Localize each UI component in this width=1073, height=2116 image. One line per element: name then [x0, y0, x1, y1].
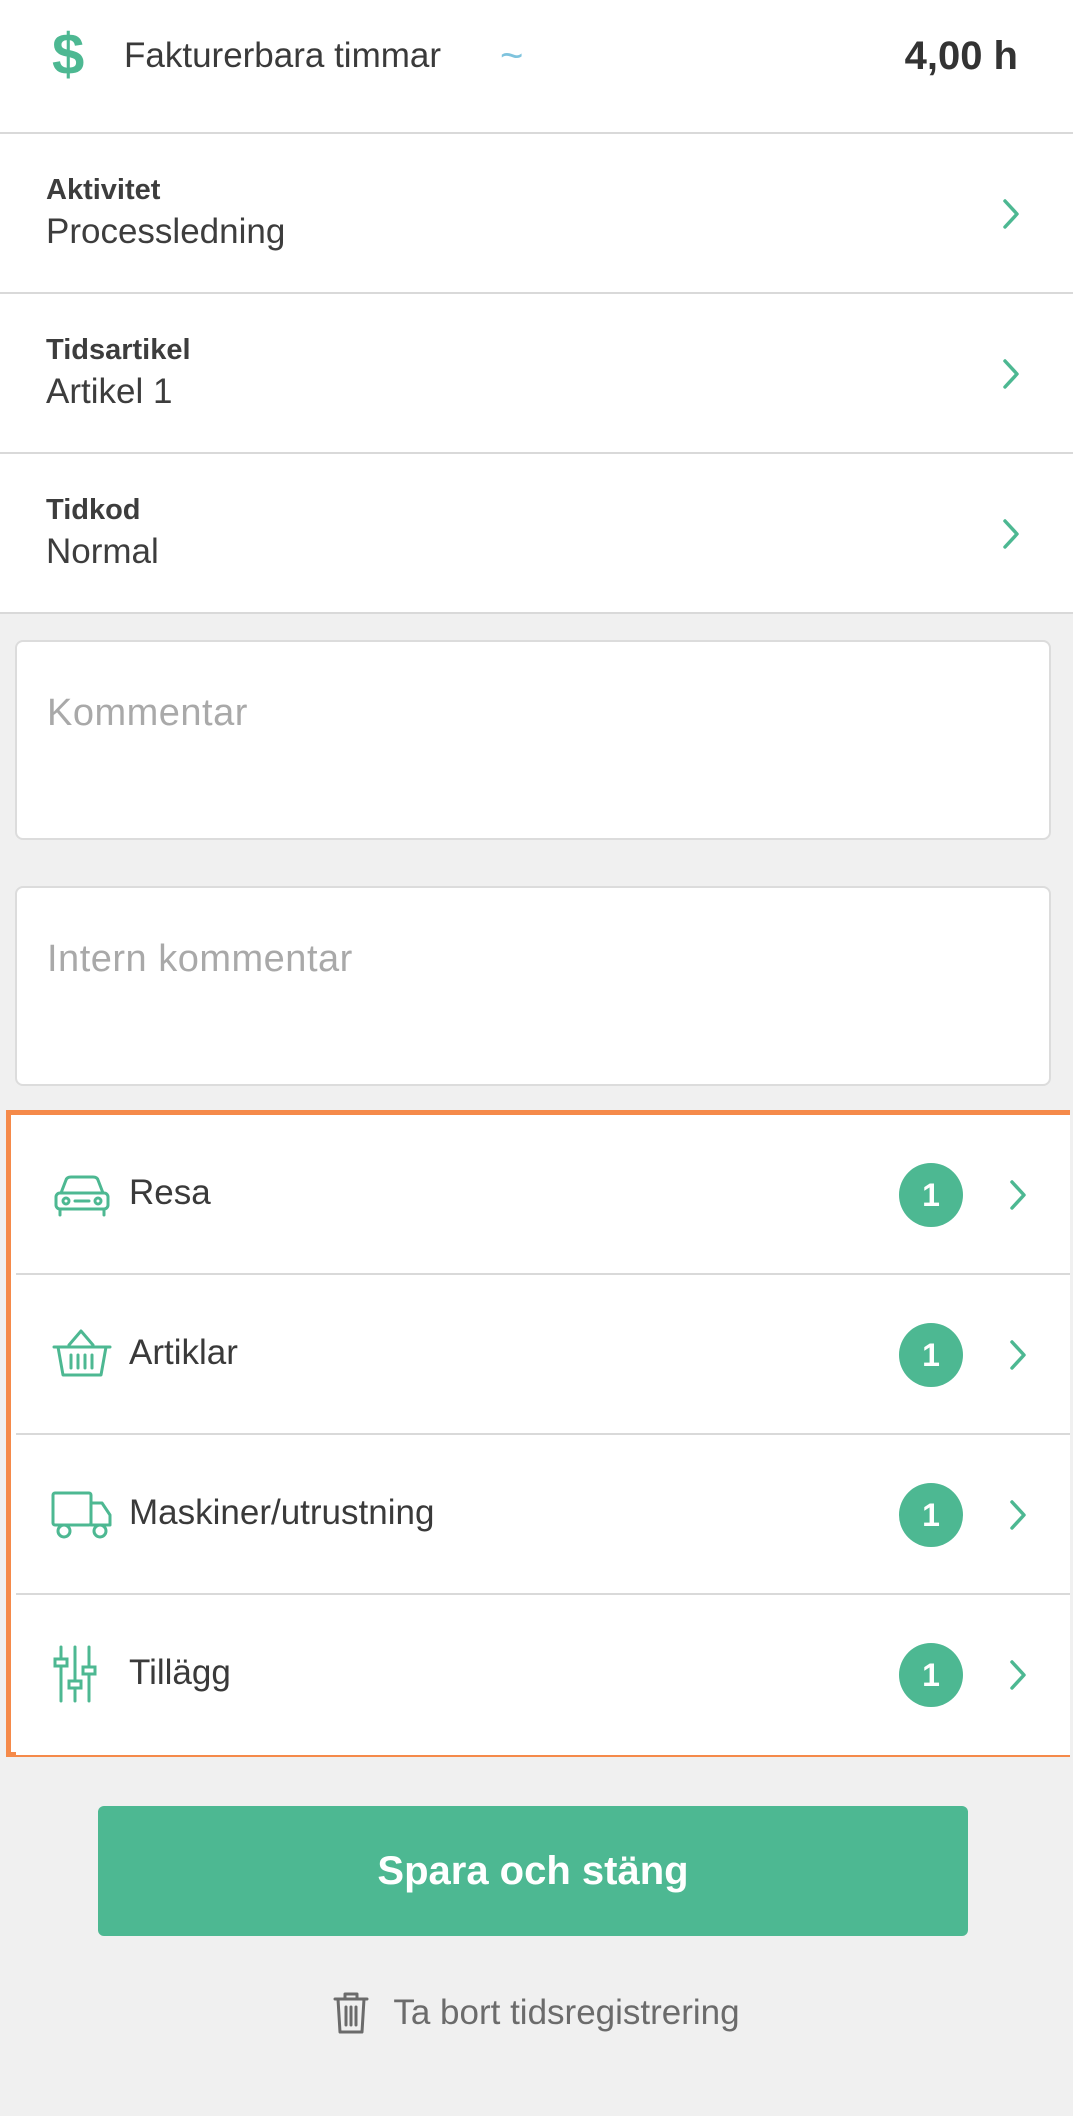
time-article-value: Artikel 1: [46, 372, 173, 411]
time-article-row[interactable]: Tidsartikel Artikel 1: [0, 294, 1073, 454]
count-badge: 1: [899, 1163, 963, 1227]
extras-item-label: Resa: [129, 1173, 211, 1212]
extras-item-additions[interactable]: Tillägg 1: [16, 1595, 1070, 1755]
time-code-row[interactable]: Tidkod Normal: [0, 454, 1073, 614]
delete-time-entry-row: Ta bort tidsregistrering: [0, 1985, 1073, 2045]
billable-hours-row[interactable]: $ Fakturerbara timmar ~ 4,00 h: [0, 0, 1073, 134]
chevron-right-icon: [1003, 359, 1019, 389]
activity-row[interactable]: Aktivitet Processledning: [0, 134, 1073, 294]
activity-label: Aktivitet: [46, 174, 161, 206]
chevron-right-icon: [1010, 1660, 1026, 1690]
wave-icon: ~: [500, 34, 524, 78]
dollar-icon: $: [52, 22, 85, 87]
count-badge: 1: [899, 1483, 963, 1547]
extras-item-label: Tillägg: [129, 1653, 231, 1692]
save-and-close-button[interactable]: Spara och stäng: [98, 1806, 968, 1936]
count-badge: 1: [899, 1323, 963, 1387]
extras-section: Resa 1 Artiklar 1 Maskiner/utrustning 1 …: [6, 1110, 1070, 1757]
delete-time-entry-label: Ta bort tidsregistrering: [393, 1993, 740, 2032]
billable-hours-value: 4,00 h: [904, 34, 1018, 78]
chevron-right-icon: [1003, 199, 1019, 229]
trash-icon: [333, 1992, 369, 2034]
truck-icon: [51, 1491, 112, 1539]
time-code-value: Normal: [46, 532, 159, 571]
sliders-icon: [53, 1645, 97, 1703]
chevron-right-icon: [1003, 519, 1019, 549]
extras-item-label: Artiklar: [129, 1333, 238, 1372]
comment-input[interactable]: Kommentar: [15, 640, 1051, 840]
chevron-right-icon: [1010, 1340, 1026, 1370]
extras-item-travel[interactable]: Resa 1: [16, 1115, 1070, 1275]
car-icon: [54, 1175, 110, 1217]
count-badge: 1: [899, 1643, 963, 1707]
extras-item-articles[interactable]: Artiklar 1: [16, 1275, 1070, 1435]
time-code-label: Tidkod: [46, 494, 141, 526]
extras-item-label: Maskiner/utrustning: [129, 1493, 435, 1532]
delete-time-entry-link[interactable]: Ta bort tidsregistrering: [333, 1985, 740, 2041]
internal-comment-placeholder: Intern kommentar: [47, 938, 353, 980]
chevron-right-icon: [1010, 1500, 1026, 1530]
comment-placeholder: Kommentar: [47, 692, 248, 734]
basket-icon: [52, 1329, 112, 1377]
billable-hours-label: Fakturerbara timmar: [124, 36, 442, 75]
chevron-right-icon: [1010, 1180, 1026, 1210]
activity-value: Processledning: [46, 212, 286, 251]
internal-comment-input[interactable]: Intern kommentar: [15, 886, 1051, 1086]
extras-item-machines[interactable]: Maskiner/utrustning 1: [16, 1435, 1070, 1595]
time-article-label: Tidsartikel: [46, 334, 191, 366]
